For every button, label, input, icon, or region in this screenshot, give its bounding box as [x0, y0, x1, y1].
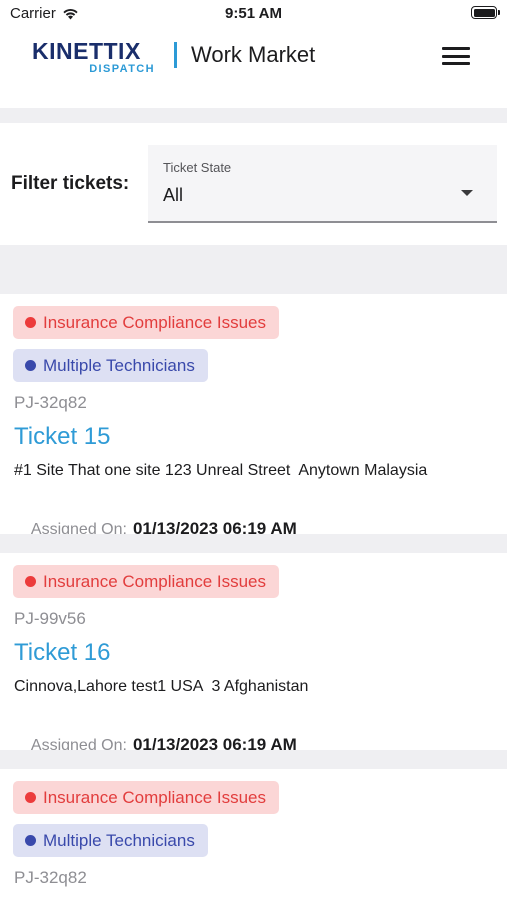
ticket-title-link[interactable]: Ticket 16 — [14, 639, 110, 667]
status-dot-icon — [25, 317, 36, 328]
section-divider — [0, 108, 507, 123]
ticket-title-link[interactable]: Ticket 15 — [14, 423, 110, 451]
tag-label: Multiple Technicians — [43, 355, 195, 375]
status-dot-icon — [25, 792, 36, 803]
card-separator — [0, 534, 507, 553]
ticket-code: PJ-32q82 — [14, 868, 87, 887]
ticket-code: PJ-32q82 — [14, 393, 87, 412]
multiple-technicians-tag: Multiple Technicians — [13, 349, 208, 382]
insurance-compliance-tag: Insurance Compliance Issues — [13, 781, 280, 814]
logo-wordmark: KINETTIX — [32, 38, 141, 64]
tag-label: Multiple Technicians — [43, 830, 195, 850]
ticket-code: PJ-99v56 — [14, 609, 86, 628]
multiple-technicians-tag: Multiple Technicians — [13, 824, 208, 857]
ticket-state-select[interactable]: Ticket State All — [148, 145, 497, 223]
battery-icon — [471, 6, 500, 19]
status-dot-icon — [25, 576, 36, 587]
header-divider — [174, 42, 177, 68]
filter-label: Filter tickets: — [11, 173, 130, 194]
card-separator — [0, 750, 507, 769]
clock: 9:51 AM — [225, 5, 282, 22]
section-divider — [0, 245, 507, 294]
ticket-address: #1 Site That one site 123 Unreal Street … — [14, 462, 428, 479]
logo-subtitle: DISPATCH — [89, 63, 155, 75]
status-bar: Carrier 9:51 AM — [0, 0, 507, 28]
hamburger-menu-icon[interactable] — [440, 44, 472, 68]
select-value: All — [163, 185, 184, 205]
dropdown-caret-icon — [461, 190, 473, 196]
ticket-card[interactable]: Insurance Compliance Issues PJ-99v56 Tic… — [0, 553, 507, 754]
ticket-address: Cinnova,Lahore test1 USA 3 Afghanistan — [14, 678, 309, 695]
app-header: KINETTIX DISPATCH Work Market — [0, 28, 507, 108]
insurance-compliance-tag: Insurance Compliance Issues — [13, 565, 280, 598]
status-dot-icon — [25, 835, 36, 846]
tag-label: Insurance Compliance Issues — [43, 312, 267, 332]
tag-label: Insurance Compliance Issues — [43, 571, 267, 591]
ticket-card[interactable]: Insurance Compliance Issues Multiple Tec… — [0, 769, 507, 900]
status-dot-icon — [25, 360, 36, 371]
ticket-card[interactable]: Insurance Compliance Issues Multiple Tec… — [0, 294, 507, 538]
insurance-compliance-tag: Insurance Compliance Issues — [13, 306, 280, 339]
page-title: Work Market — [191, 42, 316, 67]
filter-section: Filter tickets: Ticket State All — [0, 123, 507, 245]
select-caption: Ticket State — [163, 160, 232, 175]
tag-label: Insurance Compliance Issues — [43, 787, 267, 807]
kinettix-dispatch-logo: KINETTIX DISPATCH — [32, 38, 157, 76]
